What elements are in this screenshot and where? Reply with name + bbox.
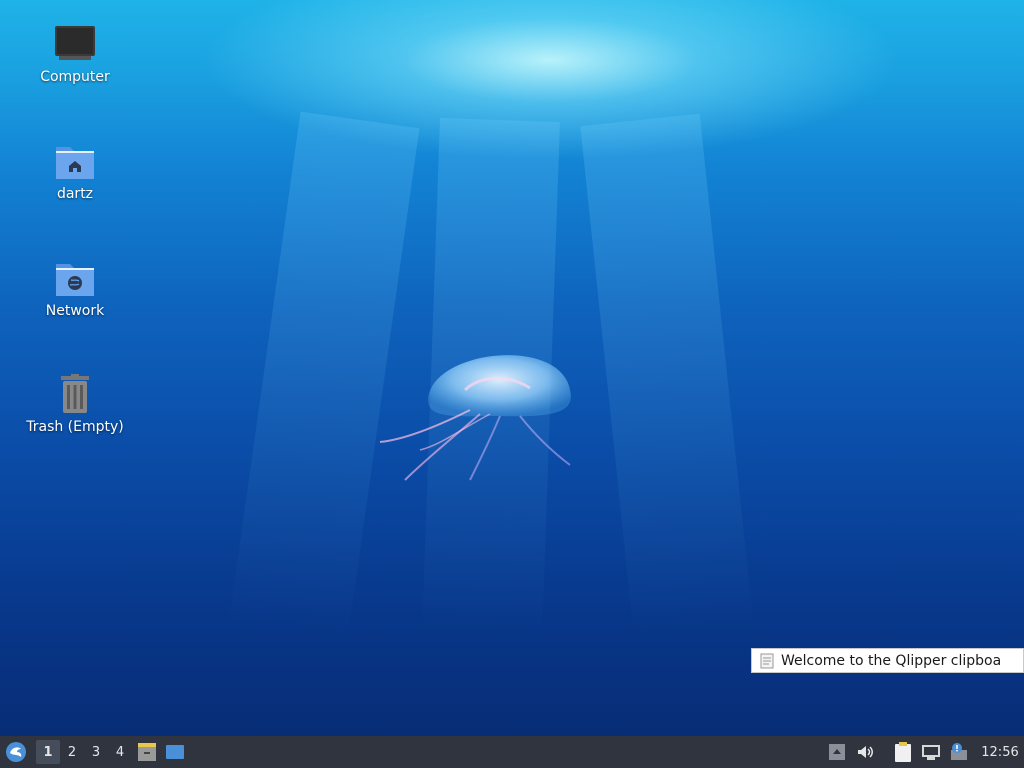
trash-icon xyxy=(61,374,89,413)
desktop-icon-network[interactable]: Network xyxy=(20,256,130,319)
taskbar: 1 2 3 4 12:56 xyxy=(0,736,1024,768)
clipboard-icon xyxy=(895,742,911,762)
note-icon xyxy=(760,653,774,668)
qlipper-notification[interactable]: Welcome to the Qlipper clipboa xyxy=(751,648,1024,673)
workspace-4[interactable]: 4 xyxy=(108,740,132,764)
notification-text: Welcome to the Qlipper clipboa xyxy=(781,652,1002,669)
update-notifier-tray[interactable] xyxy=(946,739,972,765)
network-icon xyxy=(922,745,940,760)
start-menu-icon xyxy=(6,742,26,762)
light-ray xyxy=(580,113,755,644)
update-notifier-icon xyxy=(951,743,967,760)
desktop-icon-label: Trash (Empty) xyxy=(26,419,124,435)
home-folder-icon xyxy=(56,147,94,179)
file-manager-icon xyxy=(138,743,156,761)
computer-icon xyxy=(55,26,95,60)
volume-control[interactable] xyxy=(852,739,878,765)
desktop-icon-label: Network xyxy=(45,303,105,319)
show-desktop-button[interactable] xyxy=(162,739,188,765)
network-folder-icon xyxy=(56,264,94,296)
tray-expand-button[interactable] xyxy=(824,739,850,765)
desktop-wallpaper xyxy=(0,0,1024,736)
desktop-icon-label: Computer xyxy=(40,69,110,85)
desktop-icon-computer[interactable]: Computer xyxy=(20,22,130,85)
workspace-1[interactable]: 1 xyxy=(36,740,60,764)
network-tray[interactable] xyxy=(918,739,944,765)
file-manager-launcher[interactable] xyxy=(134,739,160,765)
start-menu-button[interactable] xyxy=(0,736,32,768)
volume-icon xyxy=(858,746,873,758)
workspace-2[interactable]: 2 xyxy=(60,740,84,764)
desktop-icon-home[interactable]: dartz xyxy=(20,139,130,202)
clock[interactable]: 12:56 xyxy=(976,745,1024,760)
tray-expand-icon xyxy=(829,744,845,760)
workspace-3[interactable]: 3 xyxy=(84,740,108,764)
clipboard-tray[interactable] xyxy=(890,739,916,765)
jellyfish-image xyxy=(379,355,571,481)
show-desktop-icon xyxy=(166,745,184,759)
desktop-icon-label: dartz xyxy=(56,186,94,202)
desktop-icon-trash[interactable]: Trash (Empty) xyxy=(20,372,130,435)
